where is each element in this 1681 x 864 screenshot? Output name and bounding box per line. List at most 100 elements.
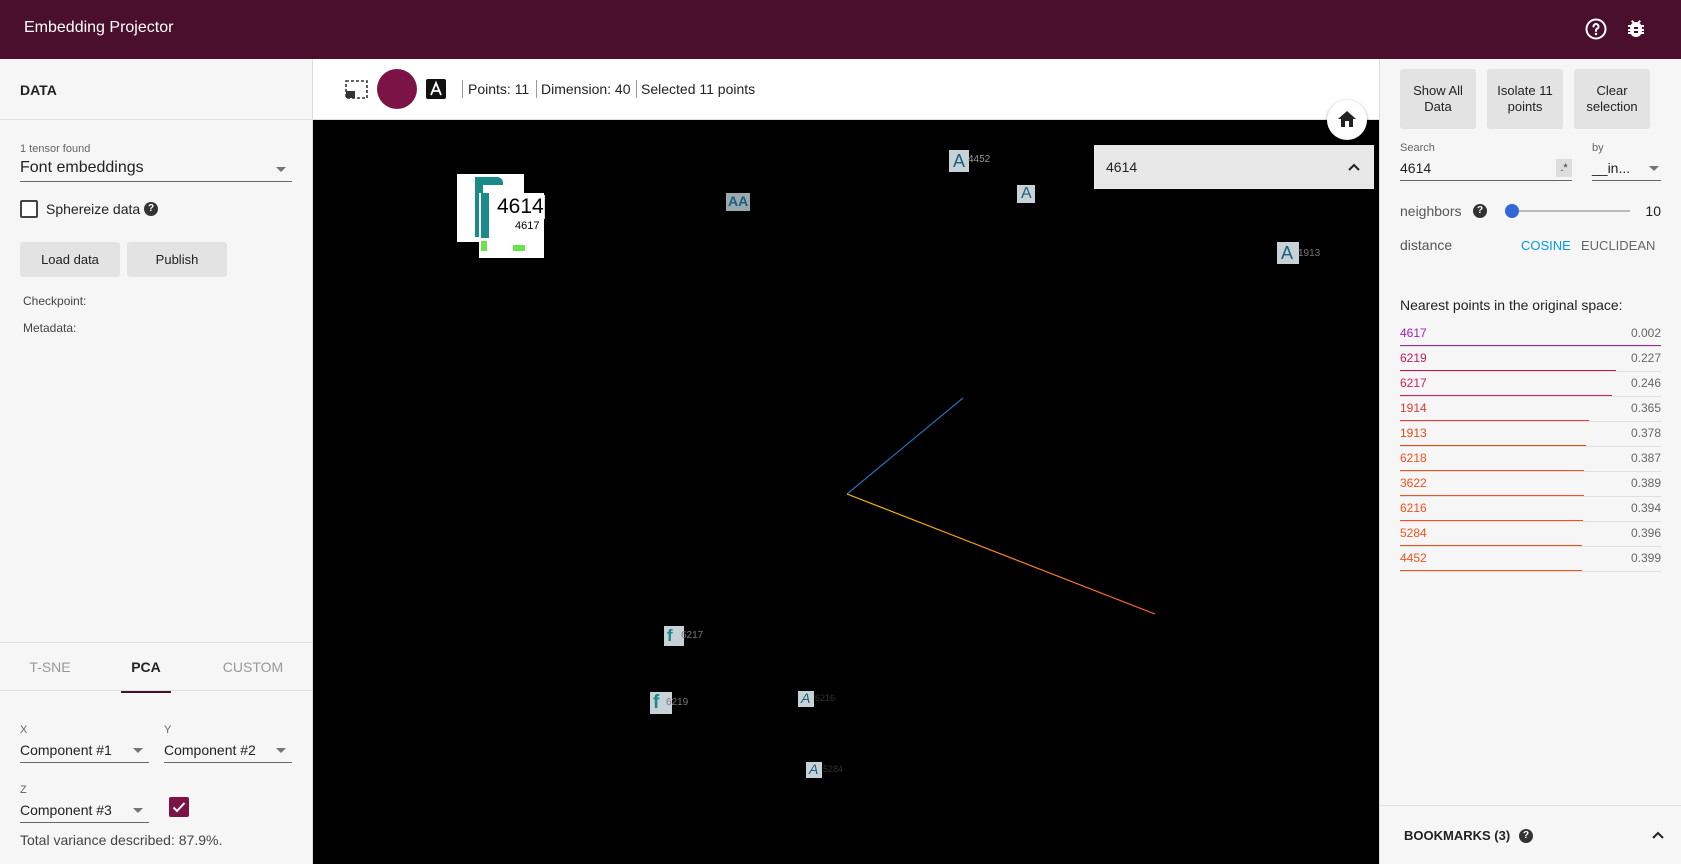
point-sprite[interactable]: AA [726, 193, 750, 211]
search-input[interactable]: 4614 .* [1400, 155, 1572, 181]
point-search-popup[interactable]: 4614 [1094, 145, 1374, 189]
point-label: 6217 [681, 630, 704, 641]
by-caption: by [1592, 142, 1604, 154]
y-axis [846, 397, 964, 495]
neighbor-row[interactable]: 3622 0.389 [1400, 472, 1661, 497]
neighbor-similarity-bar [1400, 520, 1583, 521]
z-caption: Z [20, 784, 27, 796]
tensor-caption: 1 tensor found [20, 143, 91, 155]
neighbors-value: 10 [1645, 203, 1661, 219]
glyph-stroke [481, 193, 489, 238]
x-axis [846, 493, 1156, 615]
tensor-select-value: Font embeddings [20, 159, 144, 176]
neighbor-distance: 0.378 [1630, 426, 1661, 440]
bug-report-icon[interactable] [1624, 17, 1648, 41]
search-by-select[interactable]: __in... [1592, 155, 1661, 181]
z-component-select[interactable]: Component #3 [20, 796, 149, 823]
neighbor-distance: 0.399 [1630, 551, 1661, 565]
neighbor-row[interactable]: 6217 0.246 [1400, 372, 1661, 397]
bookmarks-panel[interactable]: BOOKMARKS (3) ? [1380, 805, 1681, 864]
chevron-up-icon[interactable] [1346, 159, 1362, 175]
divider [636, 80, 637, 98]
text-labels-toggle-icon[interactable] [426, 79, 446, 99]
check-icon [172, 802, 186, 813]
neighbor-similarity-bar [1400, 395, 1612, 396]
neighbor-row[interactable]: 4617 0.002 [1400, 322, 1661, 347]
neighbor-similarity-bar [1400, 420, 1589, 421]
neighbor-similarity-bar [1400, 495, 1584, 496]
load-data-button[interactable]: Load data [20, 242, 120, 277]
night-mode-button[interactable] [377, 69, 417, 109]
sphereize-checkbox[interactable] [20, 200, 38, 218]
point-sprite[interactable]: A [949, 150, 969, 172]
point-label: 6216 [815, 693, 836, 703]
distance-label: distance [1400, 237, 1453, 253]
point-sprite[interactable]: A [798, 690, 814, 707]
euclidean-option[interactable]: EUCLIDEAN [1581, 238, 1655, 253]
neighbor-row[interactable]: 1913 0.378 [1400, 422, 1661, 447]
chevron-down-icon [133, 748, 143, 753]
y-component-select[interactable]: Component #2 [164, 736, 292, 763]
neighbor-distance: 0.387 [1630, 451, 1661, 465]
help-icon[interactable]: ? [1473, 204, 1487, 218]
neighbor-distance: 0.365 [1630, 401, 1661, 415]
show-all-data-button[interactable]: Show All Data [1400, 69, 1476, 129]
help-icon[interactable] [1584, 17, 1608, 41]
neighbor-row[interactable]: 6216 0.394 [1400, 497, 1661, 522]
neighbor-distance: 0.396 [1630, 526, 1661, 540]
projection-canvas[interactable]: 4614 4617 AA A 4452 A A 1913 f 6217 f 62… [313, 120, 1379, 864]
point-sprite[interactable]: A [806, 761, 822, 778]
reset-view-button[interactable] [1327, 100, 1367, 140]
data-panel: DATA 1 tensor found Font embeddings Sphe… [0, 59, 313, 864]
dimension-count: Dimension: 40 [541, 81, 631, 97]
publish-button[interactable]: Publish [127, 242, 227, 277]
home-icon [1338, 111, 1356, 127]
point-sprite[interactable]: A [1017, 185, 1035, 203]
bookmarks-title: BOOKMARKS (3) [1404, 828, 1511, 843]
neighbor-row[interactable]: 1914 0.365 [1400, 397, 1661, 422]
neighbor-id: 4617 [1400, 326, 1427, 340]
slider-thumb[interactable] [1505, 204, 1519, 218]
point-sprite[interactable]: A [1277, 242, 1299, 264]
neighbor-row[interactable]: 4452 0.399 [1400, 547, 1661, 572]
neighbor-row[interactable]: 5284 0.396 [1400, 522, 1661, 547]
tab-pca[interactable]: PCA [121, 643, 171, 693]
search-caption: Search [1400, 142, 1435, 154]
chevron-up-icon[interactable] [1651, 828, 1665, 842]
isolate-points-button[interactable]: Isolate 11 points [1487, 69, 1563, 129]
help-icon[interactable]: ? [144, 202, 158, 216]
neighbor-similarity-bar [1400, 345, 1661, 346]
neighbor-distance: 0.389 [1630, 476, 1661, 490]
regex-toggle[interactable]: .* [1556, 159, 1572, 177]
data-panel-title: DATA [20, 82, 57, 98]
metadata-label: Metadata: [23, 321, 77, 335]
tab-custom[interactable]: CUSTOM [208, 643, 298, 692]
help-icon[interactable]: ? [1519, 829, 1533, 843]
neighbor-row[interactable]: 6219 0.227 [1400, 347, 1661, 372]
tensor-select[interactable]: Font embeddings [20, 155, 292, 182]
search-by-value: __in... [1592, 160, 1631, 176]
neighbor-similarity-bar [1400, 370, 1616, 371]
clear-selection-button[interactable]: Clear selection [1574, 69, 1650, 129]
chevron-down-icon [276, 167, 286, 172]
neighbor-similarity-bar [1400, 445, 1586, 446]
glyph-stroke [513, 245, 525, 251]
point-search-value: 4614 [1106, 159, 1138, 175]
cosine-option[interactable]: COSINE [1521, 238, 1571, 253]
bounding-box-select-icon[interactable] [345, 79, 369, 101]
z-enable-checkbox[interactable] [169, 797, 189, 817]
tab-tsne[interactable]: T-SNE [0, 643, 100, 692]
x-component-select[interactable]: Component #1 [20, 736, 149, 763]
search-input-value: 4614 [1400, 160, 1432, 176]
neighbor-id: 6217 [1400, 376, 1427, 390]
nearest-points-title: Nearest points in the original space: [1400, 297, 1623, 313]
glyph-stroke [481, 241, 487, 251]
inspector-panel: Show All Data Isolate 11 points Clear se… [1379, 59, 1681, 864]
primary-point-label: 4614 [496, 195, 545, 219]
neighbors-slider[interactable] [1505, 204, 1630, 218]
neighbor-id: 6218 [1400, 451, 1427, 465]
projection-tabs: T-SNE PCA CUSTOM [0, 642, 313, 693]
neighbor-id: 4452 [1400, 551, 1427, 565]
neighbor-row[interactable]: 6218 0.387 [1400, 447, 1661, 472]
neighbor-id: 5284 [1400, 526, 1427, 540]
